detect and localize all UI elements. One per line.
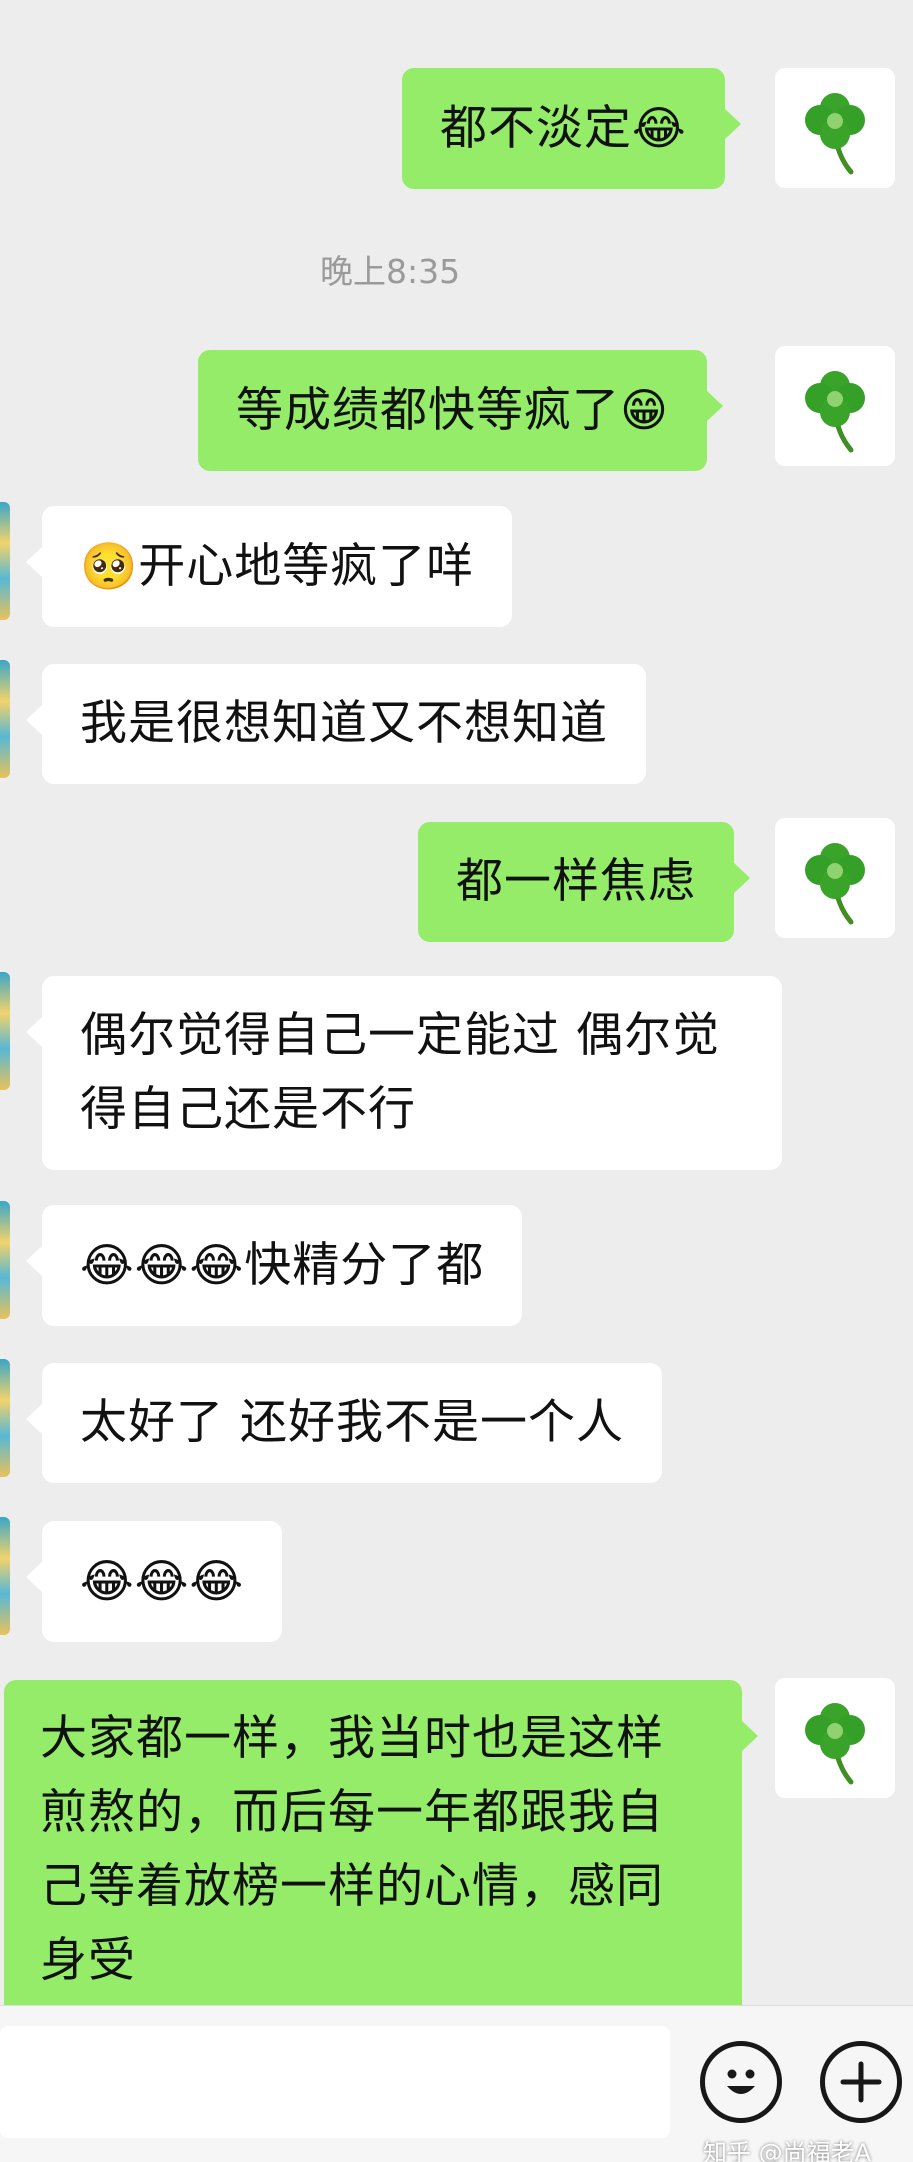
emoji-icon: 😂😂😂 xyxy=(80,1238,245,1292)
message-text: 都一样焦虑 xyxy=(456,854,696,909)
message-bubble-incoming[interactable]: 偶尔觉得自己一定能过 偶尔觉 得自己还是不行 xyxy=(26,976,782,1170)
message-text-line: 身受 xyxy=(40,1933,136,1988)
message-text: 我是很想知道又不想知道 xyxy=(80,696,608,751)
more-button[interactable] xyxy=(820,2041,902,2123)
avatar[interactable] xyxy=(775,346,895,466)
avatar[interactable] xyxy=(0,1517,10,1635)
avatar[interactable] xyxy=(0,1201,10,1319)
message-bubble-incoming[interactable]: 😂😂😂快精分了都 xyxy=(25,1205,523,1326)
avatar[interactable] xyxy=(775,818,895,938)
avatar[interactable] xyxy=(775,68,895,188)
message-text-line: 煎熬的，而后每一年都跟我自 xyxy=(40,1785,664,1840)
message-bubble-incoming[interactable]: 太好了 还好我不是一个人 xyxy=(26,1363,662,1483)
emoji-icon: 😂 xyxy=(632,101,687,155)
avatar[interactable] xyxy=(0,502,10,620)
message-text: 等成绩都快等疯了 xyxy=(236,383,620,438)
message-text: 快精分了都 xyxy=(244,1238,485,1293)
message-text-line: 偶尔觉得自己一定能过 偶尔觉 xyxy=(80,1008,720,1063)
avatar[interactable] xyxy=(775,1678,895,1798)
message-bubble-outgoing[interactable]: 都不淡定😂 xyxy=(402,68,741,189)
four-leaf-clover-icon xyxy=(785,828,885,928)
emoji-button[interactable] xyxy=(700,2041,782,2123)
four-leaf-clover-icon xyxy=(785,1688,885,1788)
smiley-icon xyxy=(727,2069,755,2094)
message-input[interactable] xyxy=(0,2026,670,2138)
message-bubble-outgoing[interactable]: 都一样焦虑 xyxy=(418,822,750,942)
emoji-icon: 😁 xyxy=(620,383,669,437)
message-bubble-outgoing[interactable]: 大家都一样，我当时也是这样 煎熬的，而后每一年都跟我自 己等着放榜一样的心情，感… xyxy=(4,1680,758,2020)
message-bubble-outgoing[interactable]: 等成绩都快等疯了😁 xyxy=(198,350,723,471)
avatar[interactable] xyxy=(0,660,10,778)
message-bubble-incoming[interactable]: 我是很想知道又不想知道 xyxy=(26,664,646,784)
message-text-line: 得自己还是不行 xyxy=(80,1082,416,1137)
four-leaf-clover-icon xyxy=(785,356,885,456)
chat-screen: 都不淡定😂 晚上8:35 等成绩都快等疯了😁 🥺开心地等疯了咩 我是很想知道又不… xyxy=(0,0,913,2162)
message-bubble-incoming[interactable]: 😂😂😂 xyxy=(25,1521,283,1642)
message-text-line: 大家都一样，我当时也是这样 xyxy=(40,1711,664,1766)
four-leaf-clover-icon xyxy=(785,78,885,178)
timestamp: 晚上8:35 xyxy=(320,252,461,291)
message-bubble-incoming[interactable]: 🥺开心地等疯了咩 xyxy=(25,506,513,627)
avatar[interactable] xyxy=(0,1359,10,1477)
message-text-line: 己等着放榜一样的心情，感同 xyxy=(40,1859,664,1914)
emoji-icon: 😂😂😂 xyxy=(80,1554,245,1608)
plus-icon xyxy=(840,2061,882,2103)
message-text: 开心地等疯了咩 xyxy=(138,539,475,594)
avatar[interactable] xyxy=(0,972,10,1090)
emoji-icon: 🥺 xyxy=(80,539,139,593)
message-text: 太好了 还好我不是一个人 xyxy=(80,1395,624,1450)
watermark: 知乎 @尚福老A xyxy=(703,2139,872,2162)
message-text: 都不淡定 xyxy=(440,101,632,156)
